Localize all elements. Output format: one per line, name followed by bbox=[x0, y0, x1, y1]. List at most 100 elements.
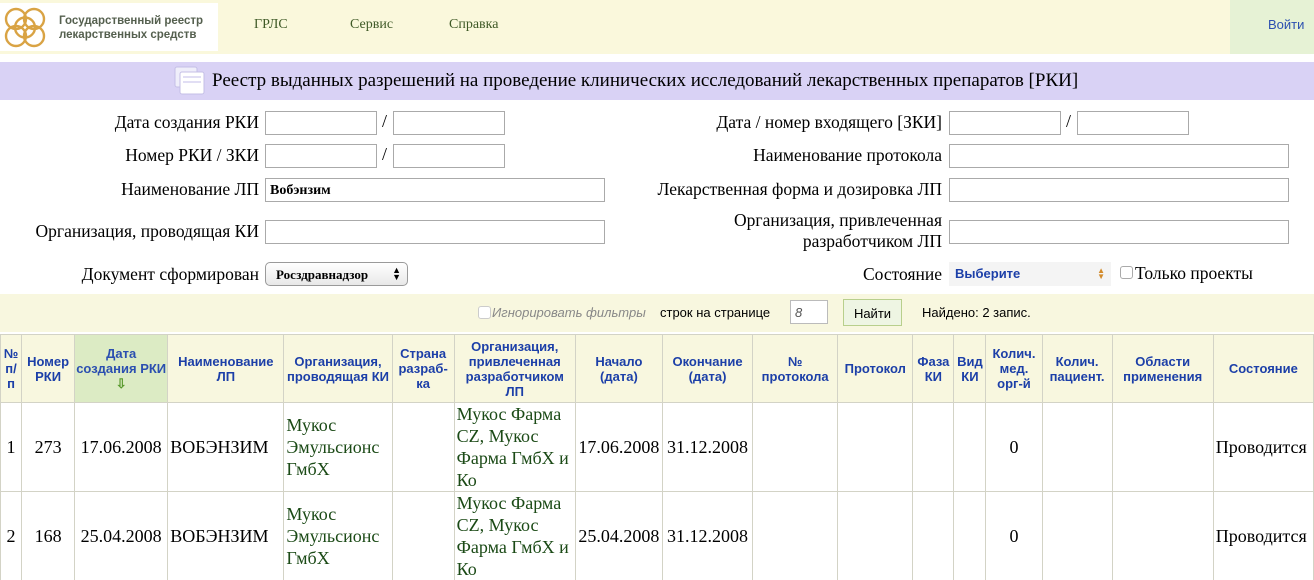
dev-org-input[interactable] bbox=[949, 220, 1289, 244]
cell-patients bbox=[1041, 402, 1113, 492]
filter-bar: Игнорировать фильтры строк на странице 8… bbox=[0, 294, 1314, 332]
login-button[interactable]: Войти bbox=[1268, 17, 1304, 32]
dev-org-label-line-2: разработчиком ЛП bbox=[802, 231, 942, 251]
status-select[interactable]: Выберите ▲ ▼ bbox=[949, 262, 1111, 286]
ignore-filters-label: Игнорировать фильтры bbox=[492, 305, 646, 320]
select-arrows-icon: ▲ ▼ bbox=[392, 265, 401, 282]
cell-country bbox=[391, 402, 455, 492]
col-header-med-orgs[interactable]: Колич. мед. орг-й bbox=[985, 334, 1043, 403]
page-title: Реестр выданных разрешений на проведение… bbox=[212, 70, 1079, 91]
sort-down-icon: ⇩ bbox=[115, 376, 127, 391]
cell-protocol-number bbox=[752, 402, 839, 492]
col-header-number[interactable]: Номер РКИ bbox=[21, 334, 76, 403]
col-header-index[interactable]: № п/п bbox=[0, 334, 23, 403]
cell-drug-name: ВОБЭНЗИМ bbox=[167, 402, 285, 492]
cell-kind bbox=[953, 402, 987, 492]
col-header-protocol[interactable]: Протокол bbox=[837, 334, 914, 403]
cell-areas bbox=[1111, 491, 1214, 580]
col-header-country[interactable]: Страна разраб-ка bbox=[391, 334, 455, 403]
cell-phase bbox=[912, 491, 955, 580]
cell-start: 17.06.2008 bbox=[574, 402, 663, 492]
cell-kind bbox=[953, 491, 987, 580]
cell-org: Мукос Эмульсионс ГмбХ bbox=[283, 491, 393, 580]
created-date-to-input[interactable] bbox=[393, 111, 505, 135]
incoming-date-input[interactable] bbox=[949, 111, 1061, 135]
ignore-filters-checkbox[interactable] bbox=[478, 306, 491, 319]
zki-number-input[interactable] bbox=[393, 144, 505, 168]
col-header-dev-org[interactable]: Организация, привлеченная разработчиком … bbox=[453, 334, 576, 403]
created-date-label: Дата создания РКИ bbox=[114, 112, 259, 132]
org-label: Организация, проводящая КИ bbox=[35, 221, 259, 241]
col-header-drug-name[interactable]: Наименование ЛП bbox=[167, 334, 285, 403]
number-separator: / bbox=[382, 144, 388, 164]
grls-logo[interactable]: Государственный реестр лекарственных сре… bbox=[0, 3, 218, 51]
protocol-name-label: Наименование протокола bbox=[753, 145, 942, 165]
status-label: Состояние bbox=[862, 264, 942, 284]
col-header-created[interactable]: Дата создания РКИ ⇩ bbox=[74, 334, 169, 403]
cell-protocol bbox=[837, 491, 914, 580]
cell-status: Проводится bbox=[1212, 402, 1314, 492]
cell-status: Проводится bbox=[1212, 491, 1314, 580]
cell-country bbox=[391, 491, 455, 580]
incoming-label: Дата / номер входящего [ЗКИ] bbox=[716, 112, 942, 132]
cell-index: 2 bbox=[0, 491, 23, 580]
dosage-input[interactable] bbox=[949, 178, 1289, 202]
cell-number[interactable]: 168 bbox=[21, 491, 76, 580]
results-table: № п/п Номер РКИ Дата создания РКИ ⇩ Наим… bbox=[0, 334, 1314, 580]
login-area: Войти bbox=[1230, 0, 1314, 54]
nav-service[interactable]: Сервис bbox=[350, 17, 393, 33]
table-row[interactable]: 1 273 17.06.2008 ВОБЭНЗИМ Мукос Эмульсио… bbox=[0, 402, 1314, 492]
dev-org-label: Организация, привлеченная разработчиком … bbox=[734, 210, 942, 252]
col-header-kind[interactable]: Вид КИ bbox=[953, 334, 987, 403]
drug-name-input[interactable]: Вобэнзим bbox=[265, 178, 605, 202]
top-navigation-bar: Государственный реестр лекарственных сре… bbox=[0, 0, 1314, 54]
rows-per-page-label: строк на странице bbox=[660, 305, 771, 320]
created-date-from-input[interactable] bbox=[265, 111, 377, 135]
dosage-label: Лекарственная форма и дозировка ЛП bbox=[657, 179, 942, 199]
only-projects-label: Только проекты bbox=[1135, 263, 1253, 283]
col-header-status[interactable]: Состояние bbox=[1212, 334, 1314, 403]
col-header-org[interactable]: Организация, проводящая КИ bbox=[283, 334, 393, 403]
cell-drug-name: ВОБЭНЗИМ bbox=[167, 491, 285, 580]
rows-per-page-input[interactable]: 8 bbox=[790, 300, 828, 324]
document-label: Документ сформирован bbox=[81, 264, 259, 284]
date-separator: / bbox=[382, 111, 388, 131]
only-projects-checkbox[interactable] bbox=[1120, 266, 1133, 279]
logo-line-2: лекарственных средств bbox=[59, 29, 197, 41]
cell-dev-org: Мукос Фарма CZ, Мукос Фарма ГмбХ и Ко bbox=[453, 402, 576, 492]
incoming-separator: / bbox=[1066, 111, 1072, 131]
found-count: Найдено: 2 запис. bbox=[922, 305, 1031, 320]
cell-med-orgs: 0 bbox=[985, 491, 1043, 580]
cell-index: 1 bbox=[0, 402, 23, 492]
document-select[interactable]: Росздравнадзор ▲ ▼ bbox=[265, 262, 408, 286]
col-header-phase[interactable]: Фаза КИ bbox=[912, 334, 955, 403]
col-header-patients[interactable]: Колич. пациент. bbox=[1041, 334, 1113, 403]
col-header-start[interactable]: Начало (дата) bbox=[574, 334, 663, 403]
dev-org-label-line-1: Организация, привлеченная bbox=[734, 210, 942, 230]
cell-org: Мукос Эмульсионс ГмбХ bbox=[283, 402, 393, 492]
cell-number[interactable]: 273 bbox=[21, 402, 76, 492]
nav-help[interactable]: Справка bbox=[449, 17, 498, 33]
col-header-areas[interactable]: Области применения bbox=[1111, 334, 1214, 403]
select-arrows-icon: ▲ ▼ bbox=[1097, 266, 1105, 281]
col-header-created-label: Дата создания РКИ bbox=[76, 346, 167, 376]
table-row[interactable]: 2 168 25.04.2008 ВОБЭНЗИМ Мукос Эмульсио… bbox=[0, 491, 1314, 580]
nav-grls[interactable]: ГРЛС bbox=[254, 17, 288, 33]
incoming-number-input[interactable] bbox=[1077, 111, 1189, 135]
rings-logo-icon bbox=[4, 7, 46, 48]
cell-end: 31.12.2008 bbox=[661, 491, 754, 580]
cell-end: 31.12.2008 bbox=[661, 402, 754, 492]
org-input[interactable] bbox=[265, 220, 605, 244]
col-header-end[interactable]: Окончание (дата) bbox=[661, 334, 754, 403]
rki-number-label: Номер РКИ / ЗКИ bbox=[125, 145, 259, 165]
table-header-row: № п/п Номер РКИ Дата создания РКИ ⇩ Наим… bbox=[0, 334, 1314, 403]
find-button[interactable]: Найти bbox=[843, 299, 902, 326]
rki-number-input[interactable] bbox=[265, 144, 377, 168]
cell-created: 25.04.2008 bbox=[74, 491, 169, 580]
status-select-value: Выберите bbox=[955, 266, 1021, 281]
col-header-protocol-number[interactable]: № протокола bbox=[752, 334, 839, 403]
protocol-name-input[interactable] bbox=[949, 144, 1289, 168]
page-title-bar: Реестр выданных разрешений на проведение… bbox=[0, 62, 1314, 100]
cell-protocol-number bbox=[752, 491, 839, 580]
cell-created: 17.06.2008 bbox=[74, 402, 169, 492]
